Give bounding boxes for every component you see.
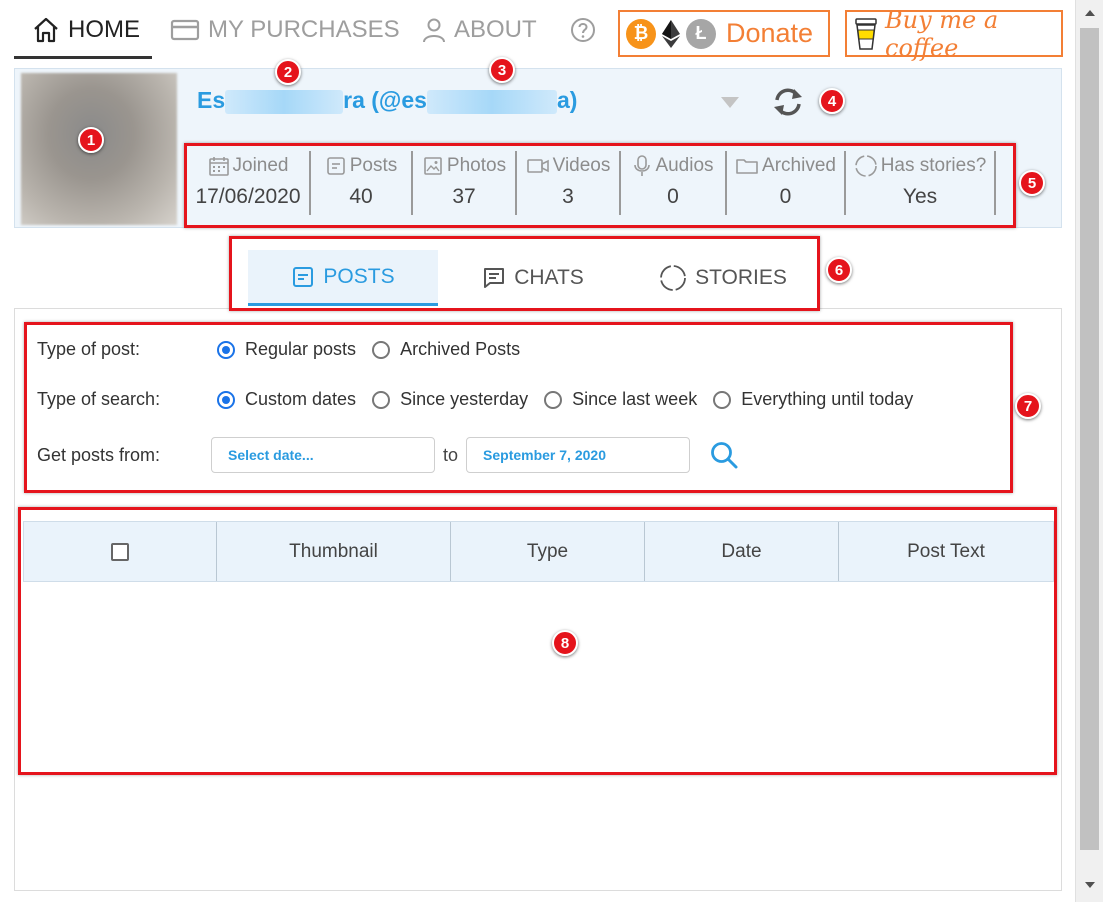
- buy-me-a-coffee-label: Buy me a coffee: [885, 5, 999, 62]
- annotation-badge-5: 5: [1019, 170, 1045, 196]
- scrollbar-thumb[interactable]: [1080, 28, 1099, 850]
- redacted-area: [225, 89, 344, 114]
- help-icon: [570, 17, 596, 43]
- annotation-badge-2: 2: [275, 59, 301, 85]
- vertical-scrollbar[interactable]: [1075, 0, 1103, 902]
- nav-about[interactable]: ABOUT: [422, 8, 537, 52]
- annotation-badge-7: 7: [1015, 393, 1041, 419]
- annotation-highlight-8: [18, 507, 1057, 775]
- scroll-down-arrow-icon[interactable]: [1085, 882, 1095, 888]
- scroll-up-arrow-icon[interactable]: [1085, 10, 1095, 16]
- credit-card-icon: [170, 19, 200, 41]
- litecoin-icon: Ł: [686, 18, 716, 49]
- profile-selector[interactable]: Es ra (@es a): [197, 87, 577, 114]
- nav-home[interactable]: HOME: [32, 8, 140, 52]
- refresh-button[interactable]: [771, 85, 805, 119]
- profile-name-part-2: ra (@es: [343, 87, 427, 113]
- nav-about-label: ABOUT: [454, 16, 537, 43]
- top-navigation: HOME MY PURCHASES ABOUT ₿ Ł Donate Buy m…: [0, 0, 1075, 62]
- help-button[interactable]: [570, 8, 604, 52]
- bitcoin-icon: ₿: [626, 18, 656, 49]
- annotation-highlight-7: [24, 322, 1013, 493]
- nav-my-purchases-label: MY PURCHASES: [208, 16, 400, 43]
- nav-my-purchases[interactable]: MY PURCHASES: [170, 8, 400, 52]
- donate-button[interactable]: ₿ Ł Donate: [618, 10, 830, 57]
- redacted-area: [426, 89, 557, 114]
- annotation-highlight-6: [229, 236, 820, 311]
- home-icon: [32, 17, 60, 43]
- nav-home-label: HOME: [68, 16, 140, 43]
- donate-label: Donate: [726, 18, 814, 48]
- annotation-badge-1: 1: [78, 127, 104, 153]
- refresh-icon: [772, 87, 804, 117]
- annotation-badge-3: 3: [489, 57, 515, 83]
- chevron-down-icon[interactable]: [721, 97, 739, 108]
- user-icon: [422, 17, 446, 43]
- ethereum-icon: [660, 19, 682, 49]
- nav-active-underline: [14, 56, 152, 59]
- annotation-highlight-5: [184, 143, 1016, 228]
- annotation-badge-4: 4: [819, 88, 845, 114]
- coffee-cup-icon: [853, 17, 879, 51]
- annotation-badge-8: 8: [552, 630, 578, 656]
- profile-name-part-1: Es: [197, 87, 226, 113]
- annotation-badge-6: 6: [826, 257, 852, 283]
- buy-me-a-coffee-button[interactable]: Buy me a coffee: [845, 6, 1063, 62]
- profile-name-part-3: a): [556, 87, 578, 113]
